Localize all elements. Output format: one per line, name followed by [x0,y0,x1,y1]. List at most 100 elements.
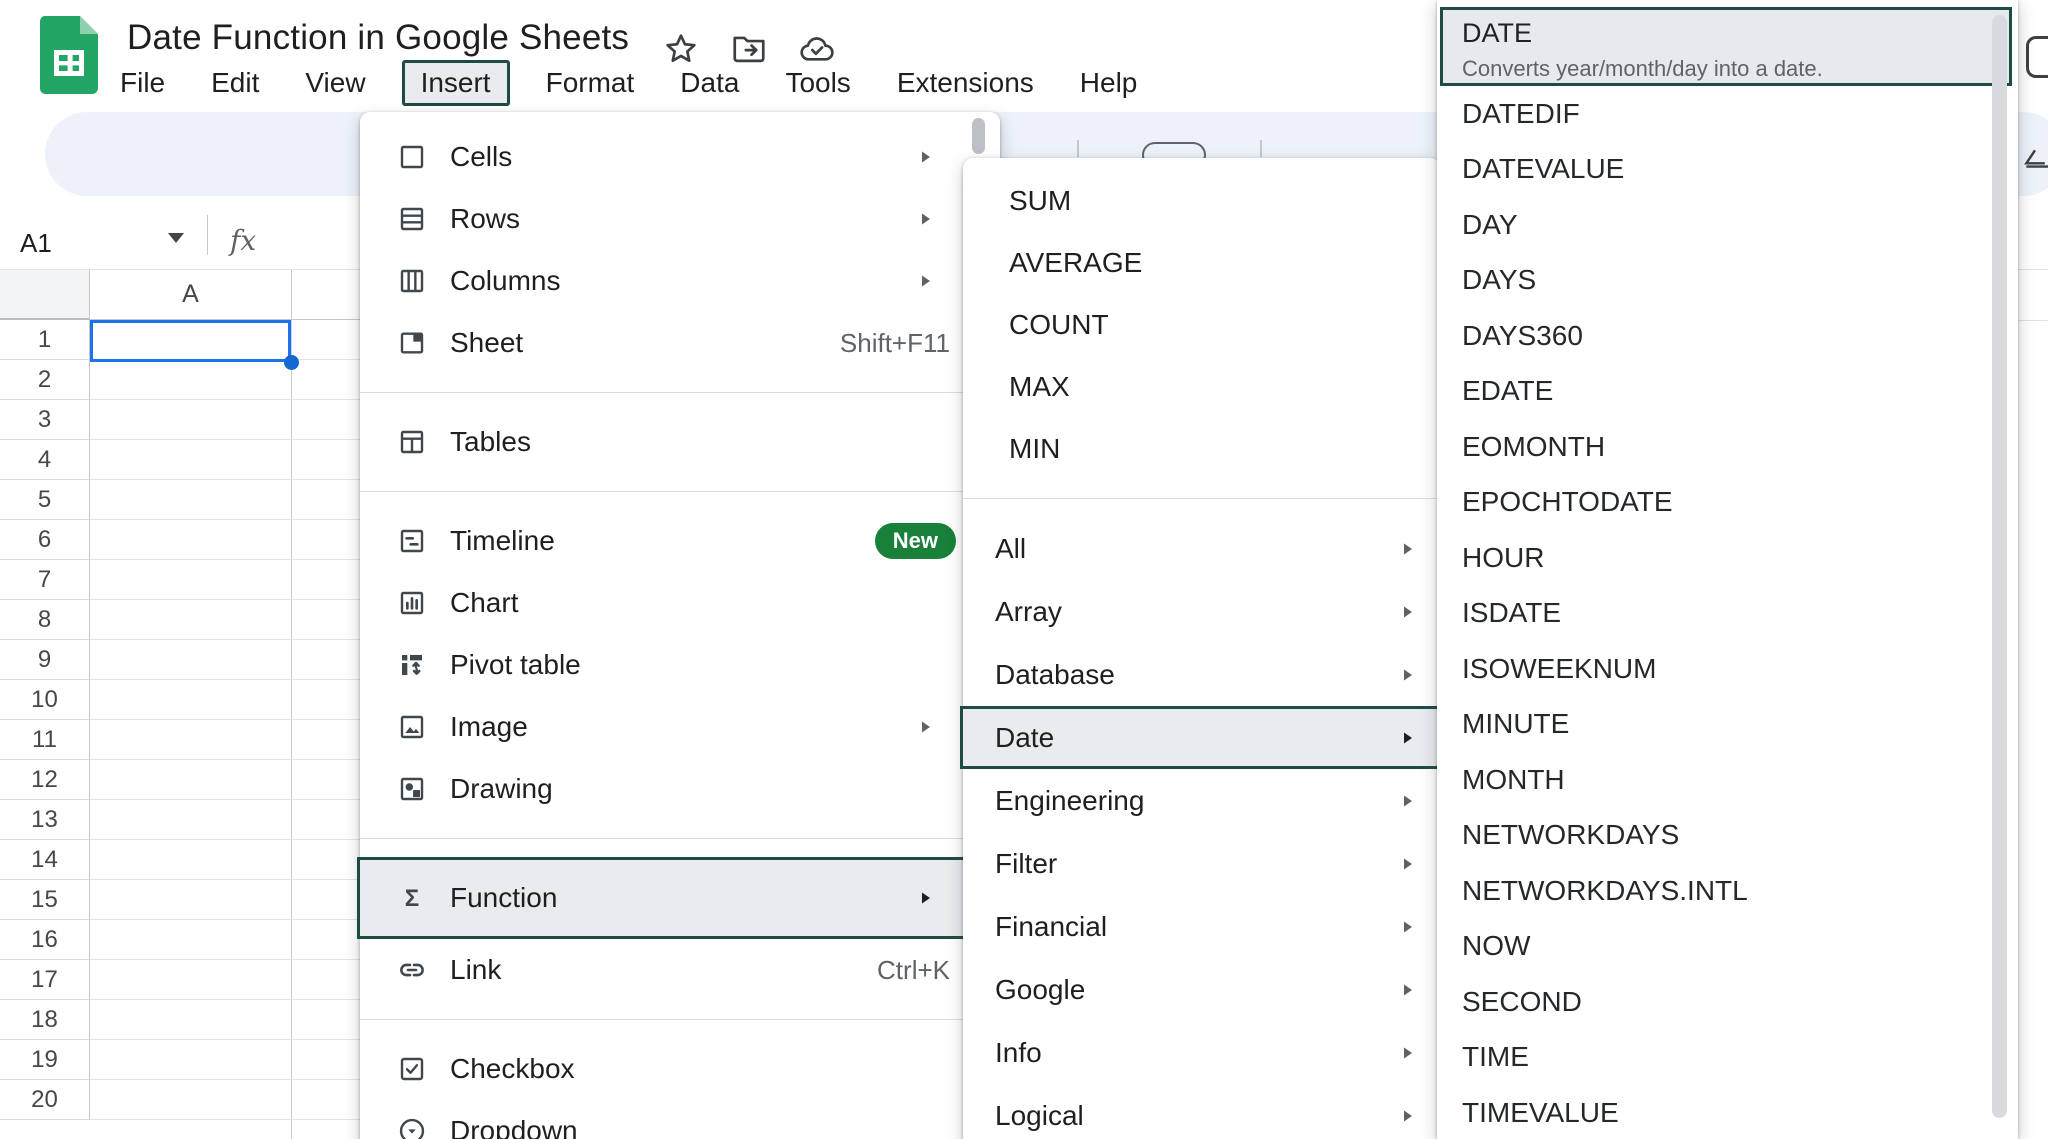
insert-menu-item-cells[interactable]: Cells [360,126,1000,188]
row-header-1[interactable]: 1 [0,320,90,360]
menu-tools[interactable]: Tools [775,63,860,103]
date-function-days360[interactable]: DAYS360 [1437,308,2018,364]
insert-menu-item-function[interactable]: Σ Function [357,857,1003,939]
grid-row-8[interactable] [90,600,360,640]
function-category-date[interactable]: Date [960,706,1443,769]
function-category-google[interactable]: Google [963,958,1440,1021]
grid-row-4[interactable] [90,440,360,480]
function-category-database[interactable]: Database [963,643,1440,706]
function-category-info[interactable]: Info [963,1021,1440,1084]
date-function-second[interactable]: SECOND [1437,974,2018,1030]
grid-row-3[interactable] [90,400,360,440]
google-sheets-logo[interactable] [40,16,98,94]
date-function-minute[interactable]: MINUTE [1437,697,2018,753]
row-header-20[interactable]: 20 [0,1080,90,1120]
menu-data[interactable]: Data [670,63,749,103]
row-header-17[interactable]: 17 [0,960,90,1000]
date-function-edate[interactable]: EDATE [1437,364,2018,420]
function-category-logical[interactable]: Logical [963,1084,1440,1139]
function-item-sum[interactable]: SUM [963,170,1440,232]
print-icon[interactable] [295,137,329,171]
date-function-time[interactable]: TIME [1437,1030,2018,1086]
menu-extensions[interactable]: Extensions [887,63,1044,103]
date-function-now[interactable]: NOW [1437,919,2018,975]
row-header-3[interactable]: 3 [0,400,90,440]
date-function-month[interactable]: MONTH [1437,752,2018,808]
date-function-highlighted[interactable]: DATE Converts year/month/day into a date… [1440,7,2012,86]
menu-insert[interactable]: Insert [402,60,510,106]
function-category-engineering[interactable]: Engineering [963,769,1440,832]
row-header-4[interactable]: 4 [0,440,90,480]
grid-row-5[interactable] [90,480,360,520]
menu-view[interactable]: View [295,63,375,103]
insert-menu-item-link[interactable]: Link Ctrl+K [360,939,1000,1001]
row-header-7[interactable]: 7 [0,560,90,600]
grid-row-20[interactable] [90,1080,360,1120]
undo-icon[interactable] [155,137,189,171]
grid-row-17[interactable] [90,960,360,1000]
date-function-datevalue[interactable]: DATEVALUE [1437,142,2018,198]
date-function-isdate[interactable]: ISDATE [1437,586,2018,642]
date-function-networkdays-intl[interactable]: NETWORKDAYS.INTL [1437,863,2018,919]
row-header-16[interactable]: 16 [0,920,90,960]
insert-menu-item-columns[interactable]: Columns [360,250,1000,312]
date-function-timevalue[interactable]: TIMEVALUE [1437,1085,2018,1139]
grid-row-11[interactable] [90,720,360,760]
row-header-5[interactable]: 5 [0,480,90,520]
row-header-8[interactable]: 8 [0,600,90,640]
function-item-average[interactable]: AVERAGE [963,232,1440,294]
function-category-all[interactable]: All [963,517,1440,580]
date-submenu-scrollbar[interactable] [1992,15,2007,1118]
menu-help[interactable]: Help [1070,63,1148,103]
column-header-a[interactable]: A [90,270,291,320]
insert-menu-item-chart[interactable]: Chart [360,572,1000,634]
function-item-max[interactable]: MAX [963,356,1440,418]
insert-menu-item-tables[interactable]: Tables [360,411,1000,473]
grid-row-9[interactable] [90,640,360,680]
date-function-networkdays[interactable]: NETWORKDAYS [1437,808,2018,864]
redo-icon[interactable] [225,137,259,171]
insert-menu-item-pivot-table[interactable]: Pivot table [360,634,1000,696]
menu-file[interactable]: File [110,63,175,103]
grid-row-7[interactable] [90,560,360,600]
grid-row-10[interactable] [90,680,360,720]
function-item-min[interactable]: MIN [963,418,1440,480]
insert-menu-item-image[interactable]: Image [360,696,1000,758]
search-icon[interactable] [85,137,119,171]
selected-cell-a1[interactable] [90,320,291,362]
insert-menu-item-rows[interactable]: Rows [360,188,1000,250]
row-header-19[interactable]: 19 [0,1040,90,1080]
insert-menu-scrollbar[interactable] [972,118,985,154]
grid-row-2[interactable] [90,360,360,400]
row-header-2[interactable]: 2 [0,360,90,400]
function-item-count[interactable]: COUNT [963,294,1440,356]
insert-menu-item-sheet[interactable]: Sheet Shift+F11 [360,312,1000,374]
select-all-corner[interactable] [0,270,90,320]
menu-edit[interactable]: Edit [201,63,269,103]
row-header-14[interactable]: 14 [0,840,90,880]
grid-row-18[interactable] [90,1000,360,1040]
grid-row-15[interactable] [90,880,360,920]
grid-row-6[interactable] [90,520,360,560]
grid-row-14[interactable] [90,840,360,880]
row-header-9[interactable]: 9 [0,640,90,680]
date-function-epochtodate[interactable]: EPOCHTODATE [1437,475,2018,531]
date-function-datedif[interactable]: DATEDIF [1437,86,2018,142]
row-header-18[interactable]: 18 [0,1000,90,1040]
document-title[interactable]: Date Function in Google Sheets [127,18,629,58]
row-header-15[interactable]: 15 [0,880,90,920]
fill-handle[interactable] [284,355,299,370]
date-function-days[interactable]: DAYS [1437,253,2018,309]
row-header-13[interactable]: 13 [0,800,90,840]
date-function-hour[interactable]: HOUR [1437,530,2018,586]
row-header-6[interactable]: 6 [0,520,90,560]
date-function-isoweeknum[interactable]: ISOWEEKNUM [1437,641,2018,697]
insert-menu-item-timeline[interactable]: Timeline New [360,510,1000,572]
row-header-10[interactable]: 10 [0,680,90,720]
row-header-11[interactable]: 11 [0,720,90,760]
grid-row-13[interactable] [90,800,360,840]
function-category-array[interactable]: Array [963,580,1440,643]
date-function-eomonth[interactable]: EOMONTH [1437,419,2018,475]
menu-format[interactable]: Format [536,63,645,103]
grid-row-12[interactable] [90,760,360,800]
